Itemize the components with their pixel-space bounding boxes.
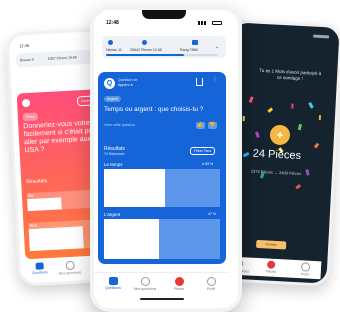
vote-question-label: Voter cette question xyxy=(104,123,135,127)
share-icon[interactable] xyxy=(196,78,203,86)
nav-profile-right[interactable]: Profil xyxy=(295,262,316,277)
results-label: Résultats xyxy=(26,178,48,186)
nav-questions[interactable]: Questions xyxy=(29,262,52,275)
stat-rank: Rang 7866 xyxy=(180,48,198,52)
questions-icon xyxy=(108,277,118,285)
option-percent: ● 53 % xyxy=(202,162,214,166)
option-fill xyxy=(104,169,166,207)
status-time: 12:46 xyxy=(18,42,30,49)
option-label: L'argent xyxy=(104,212,121,217)
plus-circle-icon xyxy=(64,260,75,271)
stats-bar: Niveau 11 35642 Pièces 12,85 Rang 7866 ⌄ xyxy=(102,36,226,58)
nav-my-questions[interactable]: Mes questions xyxy=(130,277,160,291)
nav-coins-right[interactable]: Pièces xyxy=(261,260,282,274)
option-track[interactable] xyxy=(104,219,220,259)
filter-button[interactable]: Filtrer Tous xyxy=(190,147,216,155)
option-track[interactable] xyxy=(104,169,220,207)
nav-profile[interactable]: Profil xyxy=(198,277,224,291)
nav-questions[interactable]: Questions xyxy=(98,277,128,290)
stat-coins: 5357 Pièces 19,68 xyxy=(47,55,77,61)
more-icon[interactable]: ⋮ xyxy=(212,76,218,83)
author-label: Question de xyxy=(118,78,138,82)
stat-level: Niveau 11 xyxy=(106,48,122,52)
profile-icon xyxy=(206,277,216,286)
status-time: 12:48 xyxy=(106,20,119,26)
rank-icon xyxy=(192,40,198,45)
question-tag: Argent xyxy=(104,96,121,102)
battery-icon xyxy=(212,21,222,25)
author-avatar: Q xyxy=(104,78,115,89)
results-count: 74 Réponses xyxy=(104,152,125,156)
question-card: Q Question de Appéro ● ⋮ Argent Temps ou… xyxy=(98,72,226,264)
bottom-nav: Questions Mes questions Pièces Profil xyxy=(94,272,230,299)
nav-my-questions[interactable]: Mes questions xyxy=(56,260,83,276)
author-avatar xyxy=(21,98,31,108)
stat-coins: 35642 Pièces 12,85 xyxy=(130,48,162,52)
coins-icon xyxy=(142,40,147,45)
option-percent: 47 % xyxy=(208,212,216,216)
level-icon xyxy=(108,40,113,45)
option-non-label: Non xyxy=(29,222,38,229)
thumbs-up-icon[interactable]: 👍 xyxy=(196,122,205,129)
option-label: Le temps xyxy=(104,162,123,167)
coin-nav-icon xyxy=(266,260,276,269)
coin-nav-icon xyxy=(174,277,184,286)
option-oui-label: Oui xyxy=(27,192,35,199)
close-button[interactable]: Fermer xyxy=(256,239,287,250)
nav-coins[interactable]: Pièces xyxy=(166,277,192,291)
status-icons xyxy=(313,34,330,39)
thumbs-down-icon[interactable]: 👎 xyxy=(208,122,217,129)
stat-level: Niveau 9 xyxy=(19,57,34,63)
plus-circle-icon xyxy=(140,277,150,286)
option-fill xyxy=(104,219,159,259)
home-indicator xyxy=(140,298,184,300)
notch xyxy=(142,10,186,19)
question-text: Temps ou argent : que choisis-tu ? xyxy=(104,106,204,113)
question-tag: Pièce xyxy=(22,112,38,122)
profile-icon xyxy=(300,262,310,272)
reward-header-text: Tu as 1 Mois d'avoir participé à ce sond… xyxy=(259,67,322,82)
signal-icon xyxy=(198,21,208,25)
progress-bar xyxy=(106,54,218,56)
chevron-down-icon[interactable]: ⌄ xyxy=(215,44,219,50)
questions-icon xyxy=(35,262,44,270)
author-name: Appéro ● xyxy=(118,83,133,87)
center-phone: 12:48 Niveau 11 35642 Pièces 12,85 Rang … xyxy=(90,6,242,312)
